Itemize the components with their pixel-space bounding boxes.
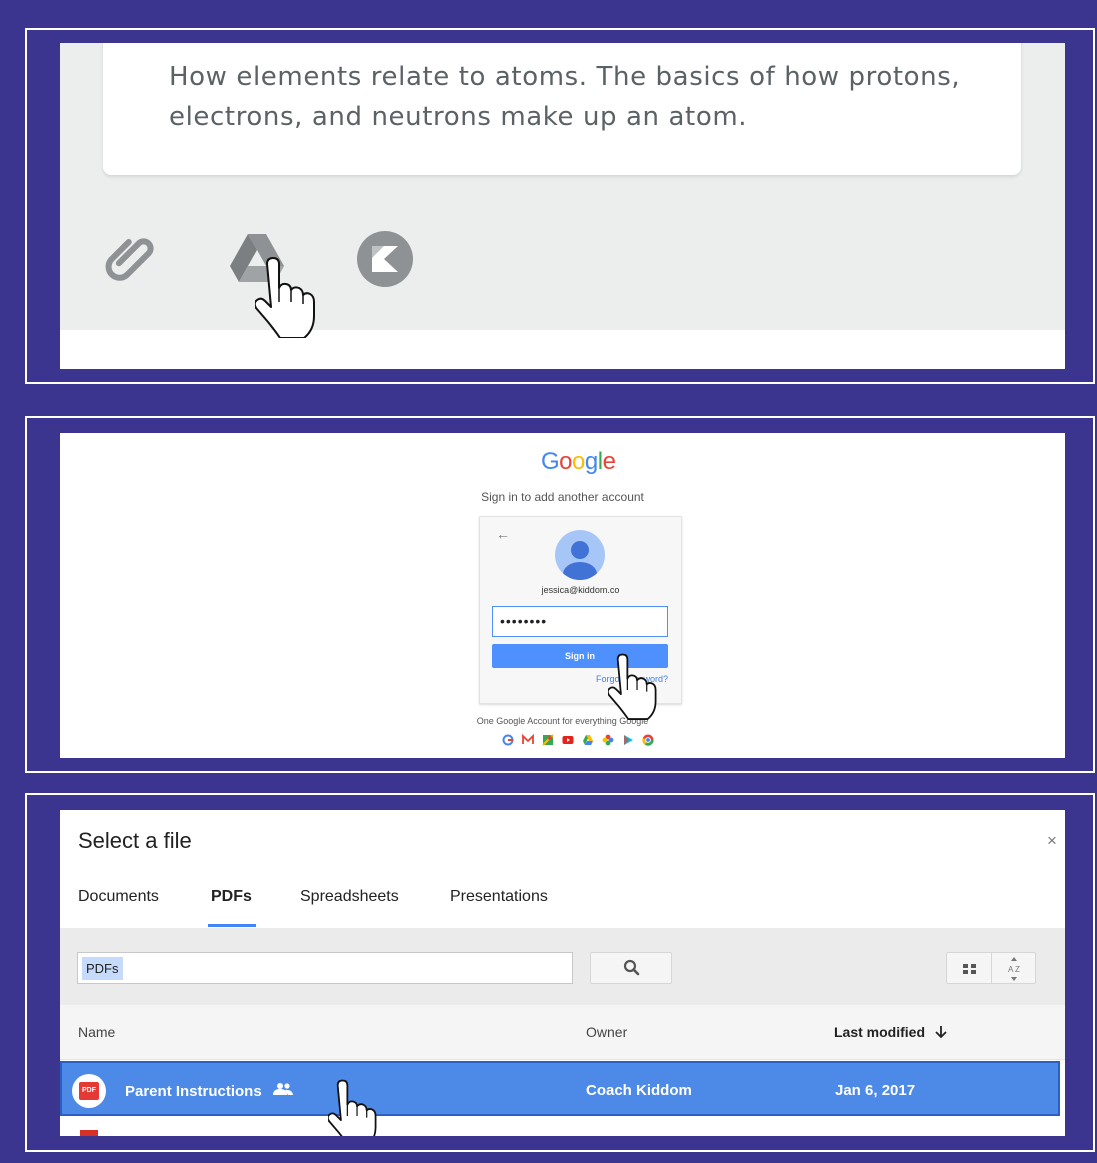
file-picker-dialog: Select a file × Documents PDFs Spreadshe… [60, 810, 1065, 1136]
pointer-hand-icon [255, 257, 315, 338]
sort-az-button[interactable]: A Z [992, 952, 1036, 984]
google-signin-page: Google Sign in to add another account ← … [60, 433, 1065, 758]
file-modified-date: Jan 6, 2017 [835, 1082, 916, 1099]
svg-text:A: A [1008, 965, 1014, 974]
gmail-icon [522, 734, 534, 744]
column-last-modified-label: Last modified [834, 1024, 926, 1040]
google-logo-letter: G [541, 448, 560, 475]
shared-users-icon [272, 1083, 293, 1095]
google-logo-letter: g [584, 448, 598, 475]
next-file-row-partial[interactable] [80, 1130, 98, 1136]
sort-az-icon: A Z [1008, 957, 1020, 981]
file-type-tabs: Documents PDFs Spreadsheets Presentation… [60, 882, 1065, 928]
file-row[interactable]: PDF Parent Instructions Coach Kiddom Jan… [60, 1061, 1060, 1116]
drive-icon [583, 735, 593, 745]
tab-documents[interactable]: Documents [78, 888, 159, 906]
tab-pdfs[interactable]: PDFs [211, 888, 252, 906]
password-field[interactable]: •••••••• [492, 606, 668, 637]
search-button[interactable] [590, 952, 672, 984]
kiddom-icon[interactable] [354, 228, 416, 290]
tab-presentations[interactable]: Presentations [450, 888, 548, 906]
search-input[interactable]: PDFs [77, 952, 573, 984]
google-search-icon [502, 734, 514, 746]
paperclip-icon[interactable] [102, 228, 164, 290]
google-logo-letter: o [559, 448, 573, 475]
column-owner[interactable]: Owner [586, 1024, 627, 1040]
pdf-file-icon: PDF [72, 1074, 106, 1108]
arrow-down-icon [935, 1026, 947, 1039]
grid-icon [963, 964, 976, 974]
column-name[interactable]: Name [78, 1024, 115, 1040]
youtube-icon [562, 736, 574, 744]
file-name: Parent Instructions [125, 1082, 294, 1100]
play-icon [624, 735, 633, 745]
photos-icon [602, 734, 614, 746]
maps-icon [542, 734, 554, 746]
pointer-hand-icon [328, 1079, 377, 1136]
column-last-modified[interactable]: Last modified [834, 1024, 949, 1040]
dialog-title: Select a file [78, 828, 192, 853]
signin-subtitle: Sign in to add another account [481, 490, 644, 504]
chrome-icon [642, 734, 654, 746]
person-icon [563, 541, 597, 580]
file-list-header: Name Owner Last modified [60, 1005, 1065, 1060]
tab-spreadsheets[interactable]: Spreadsheets [300, 888, 399, 906]
file-owner: Coach Kiddom [586, 1082, 692, 1099]
back-arrow-icon[interactable]: ← [496, 526, 510, 542]
search-icon [623, 959, 640, 976]
active-tab-indicator [208, 924, 256, 927]
google-logo: Google [541, 448, 616, 476]
pointer-hand-icon [608, 653, 657, 720]
signin-footer: One Google Account for everything Google [476, 716, 649, 726]
close-icon[interactable]: × [1047, 831, 1057, 851]
google-signin-panel: Google Sign in to add another account ← … [25, 416, 1095, 773]
grid-view-button[interactable] [946, 952, 992, 984]
picker-toolbar: PDFs A Z [60, 928, 1065, 1005]
search-filter-chip[interactable]: PDFs [82, 957, 123, 980]
google-logo-letter: o [572, 448, 585, 475]
assignment-description: How elements relate to atoms. The basics… [169, 62, 961, 132]
assignment-panel: How elements relate to atoms. The basics… [25, 28, 1095, 384]
google-apps-row [502, 733, 654, 747]
account-email: jessica@kiddom.co [541, 585, 620, 595]
file-name-label: Parent Instructions [125, 1083, 262, 1100]
assignment-editor: How elements relate to atoms. The basics… [60, 43, 1065, 369]
file-picker-panel: Select a file × Documents PDFs Spreadshe… [25, 793, 1095, 1152]
google-logo-letter: e [602, 448, 616, 475]
pdf-badge-label: PDF [79, 1082, 99, 1100]
description-card: How elements relate to atoms. The basics… [103, 43, 1021, 175]
editor-footer [60, 330, 1065, 369]
svg-text:Z: Z [1015, 965, 1020, 974]
avatar [555, 530, 605, 580]
